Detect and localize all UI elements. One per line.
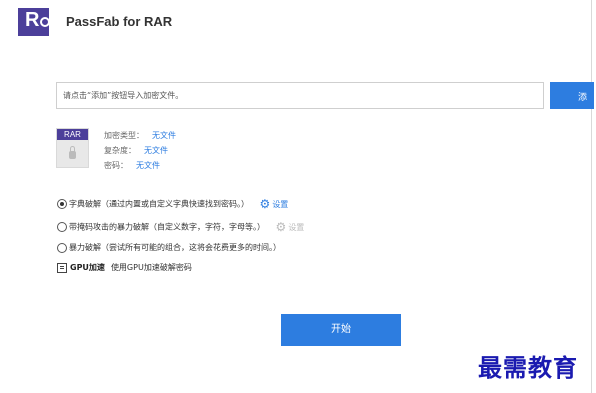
window-right-border — [591, 0, 592, 393]
rar-file-icon: RAR — [56, 128, 89, 168]
mask-settings-button[interactable]: ⚙ 设置 — [276, 220, 305, 234]
add-file-button[interactable]: 添 — [550, 82, 594, 109]
brute-force-radio[interactable] — [57, 242, 67, 253]
brute-force-label: 暴力破解（尝试所有可能的组合，这将会花费更多的时间。） — [69, 243, 281, 252]
encryption-type-row: 加密类型： 无文件 — [104, 130, 176, 141]
password-row: 密码： 无文件 — [104, 160, 160, 171]
mask-attack-label: 带掩码攻击的暴力破解（自定义数字，字符，字母等。） — [69, 222, 265, 232]
gear-icon: ⚙ — [259, 197, 271, 211]
logo-letter: R — [25, 9, 40, 31]
dictionary-settings-label: 设置 — [272, 199, 289, 209]
encryption-type-label: 加密类型： — [104, 131, 144, 140]
watermark-text: 最需教育 — [478, 353, 578, 382]
mask-attack-option[interactable]: 带掩码攻击的暴力破解（自定义数字，字符，字母等。） ⚙ 设置 — [57, 220, 305, 234]
encryption-type-value: 无文件 — [152, 131, 176, 140]
complexity-row: 复杂度： 无文件 — [104, 145, 168, 156]
gpu-acceleration-checkbox[interactable] — [57, 262, 67, 273]
gpu-acceleration-label: GPU加速 — [70, 263, 105, 272]
complexity-value: 无文件 — [144, 146, 168, 155]
mask-attack-radio[interactable] — [57, 222, 67, 232]
complexity-label: 复杂度： — [104, 146, 136, 155]
add-button-label: 添 — [578, 93, 588, 103]
app-title: PassFab for RAR — [66, 14, 173, 29]
logo-ring-icon — [40, 17, 50, 27]
start-button[interactable]: 开始 — [281, 314, 401, 346]
lock-icon — [69, 151, 76, 159]
password-value: 无文件 — [136, 161, 160, 170]
dictionary-attack-label: 字典破解（通过内置或自定义字典快速找到密码。） — [69, 199, 249, 209]
gpu-acceleration-row[interactable]: GPU加速 使用GPU加速破解密码 — [57, 262, 192, 273]
mask-settings-label: 设置 — [288, 222, 305, 232]
password-label: 密码： — [104, 161, 128, 170]
rar-label: RAR — [57, 129, 88, 140]
file-input-placeholder: 请点击“添加”按钮导入加密文件。 — [63, 91, 184, 100]
dictionary-attack-option[interactable]: 字典破解（通过内置或自定义字典快速找到密码。） ⚙ 设置 — [57, 197, 289, 211]
dictionary-settings-button[interactable]: ⚙ 设置 — [260, 197, 289, 211]
gpu-acceleration-description: 使用GPU加速破解密码 — [110, 263, 192, 272]
dictionary-attack-radio[interactable] — [57, 199, 67, 209]
brute-force-option[interactable]: 暴力破解（尝试所有可能的组合，这将会花费更多的时间。） — [57, 242, 281, 254]
gear-icon: ⚙ — [275, 220, 287, 234]
file-path-input[interactable]: 请点击“添加”按钮导入加密文件。 — [56, 82, 544, 109]
